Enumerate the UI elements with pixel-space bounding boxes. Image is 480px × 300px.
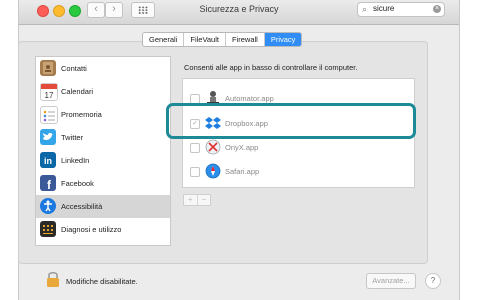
contacts-icon xyxy=(40,60,56,76)
list-item[interactable]: Safari.app xyxy=(183,160,414,183)
tab-filevault[interactable]: FileVault xyxy=(184,33,226,46)
sidebar-item-label: Calendari xyxy=(61,87,94,96)
sidebar-item-contatti[interactable]: Contatti xyxy=(36,57,170,80)
tab-firewall[interactable]: Firewall xyxy=(226,33,265,46)
search-field[interactable]: ⌕ sicure × xyxy=(357,2,445,17)
safari-icon xyxy=(205,163,221,179)
tab-generali[interactable]: Generali xyxy=(143,33,185,46)
sidebar-item-label: Facebook xyxy=(61,179,94,188)
lock-icon[interactable] xyxy=(46,271,60,287)
app-name: Automator.app xyxy=(225,94,274,103)
accessibility-icon xyxy=(40,198,56,214)
list-item[interactable]: OnyX.app xyxy=(183,136,414,159)
linkedin-icon: in xyxy=(40,152,56,168)
title-bar: ‹ › Sicurezza e Privacy ⌕ sicure × xyxy=(19,0,459,25)
dropbox-highlight-annotation xyxy=(166,103,416,139)
app-name: OnyX.app xyxy=(225,143,259,152)
sidebar-item-promemoria[interactable]: Promemoria xyxy=(36,103,170,126)
search-input[interactable]: sicure xyxy=(373,4,394,13)
sidebar-item-calendari[interactable]: 17 Calendari xyxy=(36,80,170,103)
add-app-button[interactable]: + xyxy=(184,195,198,205)
svg-text:in: in xyxy=(44,156,52,166)
diagnostics-icon xyxy=(40,221,56,237)
remove-app-button[interactable]: − xyxy=(198,195,211,205)
sidebar-item-label: Promemoria xyxy=(61,110,102,119)
sidebar-item-facebook[interactable]: f Facebook xyxy=(36,172,170,195)
twitter-icon xyxy=(40,129,56,145)
app-name: Safari.app xyxy=(225,167,260,176)
sidebar-item-label: Accessibilità xyxy=(61,202,103,211)
tab-privacy[interactable]: Privacy xyxy=(264,33,302,46)
calendar-icon: 17 xyxy=(40,83,58,101)
search-icon: ⌕ xyxy=(362,4,368,14)
tab-bar: Generali FileVault Firewall Privacy xyxy=(142,32,303,47)
sidebar-item-twitter[interactable]: Twitter xyxy=(36,126,170,149)
svg-text:17: 17 xyxy=(45,91,54,100)
sidebar-item-label: LinkedIn xyxy=(61,156,90,165)
app-checkbox[interactable] xyxy=(190,167,200,177)
onyx-icon xyxy=(205,139,221,155)
sidebar-item-diagnosi[interactable]: Diagnosi e utilizzo xyxy=(36,218,170,241)
add-remove-control: + − xyxy=(183,194,211,206)
svg-text:f: f xyxy=(47,178,52,191)
advanced-button[interactable]: Avanzate... xyxy=(366,273,416,289)
sidebar-item-label: Contatti xyxy=(61,64,87,73)
privacy-sidebar: Contatti 17 Calendari Promemoria Twitter… xyxy=(35,56,171,246)
sidebar-item-linkedin[interactable]: in LinkedIn xyxy=(36,149,170,172)
reminders-icon xyxy=(40,106,58,124)
help-button[interactable]: ? xyxy=(425,273,441,289)
lock-status-label: Modifiche disabilitate. xyxy=(66,277,138,286)
sidebar-item-label: Diagnosi e utilizzo xyxy=(61,225,122,234)
apps-description: Consenti alle app in basso di controllar… xyxy=(184,63,358,72)
app-checkbox[interactable] xyxy=(190,143,200,153)
clear-search-icon[interactable]: × xyxy=(433,5,441,13)
sidebar-item-label: Twitter xyxy=(61,133,84,142)
sidebar-item-accessibilita[interactable]: Accessibilità xyxy=(36,195,170,218)
facebook-icon: f xyxy=(40,175,56,192)
